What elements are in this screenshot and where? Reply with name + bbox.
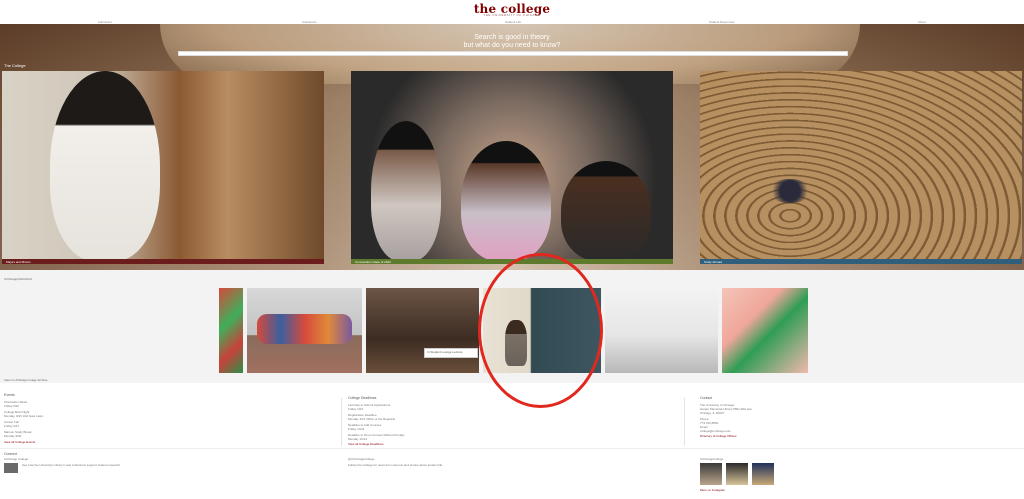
logo-subtitle: THE UNIVERSITY OF CHICAGO bbox=[483, 13, 541, 17]
event-date: Monday 9/30 bbox=[4, 434, 22, 438]
thumb-art-mural[interactable] bbox=[722, 288, 808, 373]
tile-majors-minors[interactable]: Majors and Minors bbox=[2, 71, 324, 264]
hero-quote-line-2: but what do you need to know? bbox=[463, 42, 561, 49]
deadline-date: Monday 10/7 Office of the Registrar bbox=[348, 417, 396, 421]
footer-hr bbox=[0, 448, 1024, 449]
instagram-more-link[interactable]: More on Instagram bbox=[700, 488, 725, 492]
site-header: the college THE UNIVERSITY OF CHICAGO Ad… bbox=[0, 0, 1024, 24]
contact-heading: Contact bbox=[700, 396, 713, 400]
deadline-date: Monday 10/14 bbox=[348, 437, 368, 441]
instagram-thumb[interactable] bbox=[752, 463, 774, 485]
hero-section-label: The College bbox=[4, 63, 26, 68]
directory-link[interactable]: Directory of College Offices bbox=[700, 434, 736, 438]
event-date: Monday, 9/23 Hull Gate Lawn bbox=[4, 414, 44, 418]
hero-quote-line-1: Search is good in theory bbox=[474, 34, 550, 41]
student-reading-figure bbox=[50, 71, 160, 261]
tile-caption: Study Abroad bbox=[700, 259, 1022, 264]
graduate-figure bbox=[461, 141, 551, 261]
social-post-text: See how the University Library's vast co… bbox=[22, 463, 120, 467]
tile-convocation[interactable]: Convocation Class of 2023 bbox=[351, 71, 673, 264]
gallery-label: UChicago|CHICAGO bbox=[4, 277, 32, 281]
event-date: Friday 9/20 bbox=[4, 404, 20, 408]
students-group-image bbox=[257, 314, 352, 344]
people-group-image bbox=[768, 179, 812, 203]
event-date: Friday 9/27 bbox=[4, 424, 20, 428]
thumb-group-photo[interactable] bbox=[247, 288, 362, 373]
contact-email[interactable]: college@uchicago.edu bbox=[700, 429, 730, 433]
contact-line: Chicago, IL 60637 bbox=[700, 411, 725, 415]
instagram-thumb[interactable] bbox=[700, 463, 722, 485]
social-post-text: Follow the College for news from campus … bbox=[348, 463, 444, 467]
college-homepage: the college THE UNIVERSITY OF CHICAGO Ad… bbox=[0, 0, 1024, 499]
social-account-2[interactable]: @UChicagoCollege bbox=[348, 457, 374, 461]
deadline-date: Friday 10/11 bbox=[348, 427, 365, 431]
deadline-date: Friday 10/4 bbox=[348, 407, 364, 411]
footer-divider bbox=[684, 398, 685, 446]
thumb-classroom[interactable] bbox=[605, 288, 718, 373]
search-input[interactable] bbox=[178, 51, 848, 56]
view-all-events-link[interactable]: View all College Events bbox=[4, 440, 35, 444]
hero-banner: Search is good in theory but what do you… bbox=[0, 24, 1024, 270]
highlight-circle-annotation bbox=[478, 253, 603, 408]
events-heading: Events bbox=[4, 393, 15, 397]
instagram-thumb[interactable] bbox=[726, 463, 748, 485]
footer-divider bbox=[341, 398, 342, 446]
graduate-figure bbox=[561, 161, 651, 261]
photo-caption-label: In Student Lounge Lecture bbox=[424, 348, 478, 358]
tile-study-abroad[interactable]: Study Abroad bbox=[700, 71, 1022, 264]
social-account-3[interactable]: UChicagoCollege bbox=[700, 457, 723, 461]
connect-heading: Connect bbox=[4, 452, 18, 456]
thumb-reception[interactable] bbox=[366, 288, 479, 373]
social-account-1[interactable]: UChicago College bbox=[4, 457, 28, 461]
deadlines-heading: College Deadlines bbox=[348, 396, 377, 400]
tile-caption: Majors and Minors bbox=[2, 259, 324, 264]
gallery-archive-link[interactable]: View in UChicago Image Archive bbox=[4, 378, 47, 382]
social-post-thumbnail[interactable] bbox=[4, 463, 18, 473]
graduate-figure bbox=[371, 121, 441, 261]
view-all-deadlines-link[interactable]: View all College Deadlines bbox=[348, 442, 383, 446]
thumb-mural[interactable] bbox=[219, 288, 243, 373]
site-footer bbox=[0, 383, 1024, 499]
